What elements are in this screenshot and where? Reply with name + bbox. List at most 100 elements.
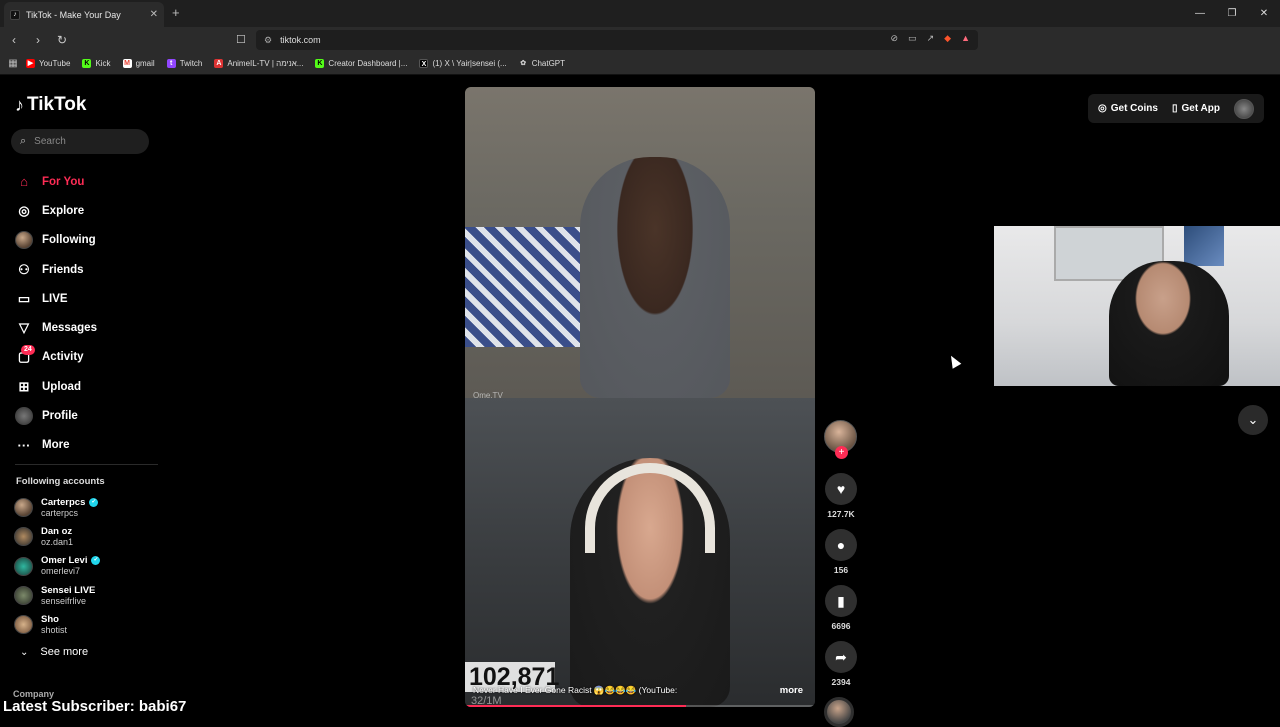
minimize-button[interactable]: — xyxy=(1184,0,1216,27)
person-image xyxy=(580,157,730,398)
video-caption: Never Have I Ever Gone Racist 😱😂😂😂 (YouT… xyxy=(473,685,678,695)
sidebar-item-explore[interactable]: ◎ Explore xyxy=(15,196,160,225)
friends-icon: ⚇ xyxy=(18,261,30,277)
kick-icon: K xyxy=(315,59,325,68)
sound-avatar[interactable] xyxy=(824,697,854,727)
comment-icon[interactable]: ● xyxy=(825,529,857,561)
brave-rewards-icon[interactable]: ▲ xyxy=(961,33,970,44)
brave-shield-icon[interactable]: ◆ xyxy=(944,33,951,44)
get-coins-button[interactable]: ◎ Get Coins xyxy=(1098,103,1158,114)
translate-icon[interactable]: ⊘ xyxy=(891,33,899,44)
chevron-down-icon: ⌄ xyxy=(20,646,29,658)
sidebar-item-following[interactable]: Following xyxy=(15,226,160,255)
browser-tab-strip: ♪ TikTok - Make Your Day ✕ + — ❐ ✕ xyxy=(0,0,1280,27)
search-input[interactable]: ⌕ Search xyxy=(11,129,149,154)
see-more-button[interactable]: ⌄ See more xyxy=(20,646,88,658)
sidebar-item-friends[interactable]: ⚇ Friends xyxy=(15,255,160,284)
creator-avatar[interactable]: + xyxy=(824,420,857,459)
following-accounts-title: Following accounts xyxy=(16,476,105,487)
following-account[interactable]: Sho shotist xyxy=(14,610,164,639)
address-bar[interactable]: ⚙ tiktok.com ⊘ ▭ ↗ ◆ ▲ xyxy=(256,30,978,50)
video-player[interactable]: Ome.TV 102,871 32/1M Never Have I Ever G… xyxy=(465,87,815,707)
x-icon: X xyxy=(419,59,429,68)
bookmark-kick[interactable]: K Kick xyxy=(82,59,111,68)
activity-badge: 24 xyxy=(21,344,35,355)
sidebar-item-live[interactable]: ▭ LIVE xyxy=(15,284,160,313)
following-account[interactable]: Dan oz oz.dan1 xyxy=(14,522,164,551)
save-action: ▮ 6696 xyxy=(824,585,858,631)
sidebar-item-activity[interactable]: ▢ 24 Activity xyxy=(15,343,160,372)
profile-avatar-icon xyxy=(15,407,33,426)
tiktok-icon: ♪ xyxy=(10,9,20,20)
tab-title: TikTok - Make Your Day xyxy=(26,9,121,20)
bookmark-youtube[interactable]: ▶ YouTube xyxy=(26,59,70,68)
apps-grid-icon[interactable]: ▦ xyxy=(0,58,26,69)
back-icon[interactable]: ‹ xyxy=(4,33,24,47)
share-icon[interactable]: ↗ xyxy=(927,33,935,44)
reload-icon[interactable]: ↻ xyxy=(52,33,72,47)
coin-icon: ◎ xyxy=(1098,103,1107,114)
bookmark-x[interactable]: X (1) X \ Yair|sensei (... xyxy=(419,59,507,68)
sidebar-item-more[interactable]: ··· More xyxy=(15,431,160,460)
video-actions: + ♥ 127.7K ● 156 ▮ 6696 ➦ 2394 xyxy=(824,420,858,727)
get-app-button[interactable]: ▯ Get App xyxy=(1172,103,1220,114)
follow-plus-icon[interactable]: + xyxy=(835,446,848,459)
sidebar-divider xyxy=(15,464,158,465)
site-info-icon[interactable]: ⚙ xyxy=(264,35,272,46)
comment-action: ● 156 xyxy=(824,529,858,575)
bookmark-gmail[interactable]: Mgmail xyxy=(122,59,155,68)
following-accounts-list: Carterpcs ✓ carterpcs Dan oz oz.dan1 Omer L… xyxy=(14,493,164,639)
browser-toolbar: ‹ › ↻ ☐ ⚙ tiktok.com ⊘ ▭ ↗ ◆ ▲ ● ✣ ▣ ♫ ▐… xyxy=(0,27,1280,68)
animeil-icon: A xyxy=(214,59,224,68)
sidebar-item-for-you[interactable]: ⌂ For You xyxy=(15,167,160,196)
mouse-cursor-icon xyxy=(946,353,962,369)
new-tab-button[interactable]: + xyxy=(172,5,180,20)
url-text: tiktok.com xyxy=(280,35,321,45)
close-tab-icon[interactable]: ✕ xyxy=(150,9,158,20)
following-account[interactable]: Sensei LIVE senseifrlive xyxy=(14,581,164,610)
upload-icon: ⊞ xyxy=(18,378,30,394)
bookmark-animeil[interactable]: A AnimeIL-TV | אנימה... xyxy=(214,59,303,68)
restore-button[interactable]: ❐ xyxy=(1216,0,1248,27)
heart-icon[interactable]: ♥ xyxy=(825,473,857,505)
comment-count: 156 xyxy=(833,565,849,575)
avatar xyxy=(14,586,33,606)
bookmark-twitch[interactable]: t Twitch xyxy=(166,59,202,68)
bookmarks-bar: ▦ ▶ YouTube K Kick Mgmail t Twitch A AnimeIL… xyxy=(0,53,1280,75)
sidebar-item-profile[interactable]: Profile xyxy=(15,401,160,430)
following-account[interactable]: Omer Levi ✓ omerlevi7 xyxy=(14,552,164,581)
compass-icon: ◎ xyxy=(18,202,30,218)
save-count: 6696 xyxy=(831,621,851,631)
bookmark-chatgpt[interactable]: ✿ ChatGPT xyxy=(519,59,565,68)
share-arrow-icon[interactable]: ➦ xyxy=(825,641,857,673)
sidebar-item-messages[interactable]: ▽ Messages xyxy=(15,313,160,342)
avatar xyxy=(15,407,33,426)
cast-icon[interactable]: ▭ xyxy=(908,33,917,44)
next-video-button[interactable]: ⌄ xyxy=(1238,405,1268,435)
following-account[interactable]: Carterpcs ✓ carterpcs xyxy=(14,493,164,522)
verified-icon: ✓ xyxy=(91,556,101,566)
latest-subscriber-overlay: Latest Subscriber: babi67 xyxy=(3,698,187,715)
avatar xyxy=(15,231,33,250)
bookmark-creator-dashboard[interactable]: K Creator Dashboard |... xyxy=(315,59,407,68)
close-window-button[interactable]: ✕ xyxy=(1248,0,1280,27)
video-top-camera xyxy=(465,87,815,398)
streamer-facecam xyxy=(994,226,1280,386)
video-progress-fill xyxy=(465,705,686,707)
forward-icon[interactable]: › xyxy=(28,33,48,47)
tiktok-logo[interactable]: ♪ TikTok xyxy=(15,94,86,116)
twitch-icon: t xyxy=(166,59,176,68)
avatar xyxy=(14,556,33,576)
bookmark-icon[interactable]: ▮ xyxy=(825,585,857,617)
browser-tab[interactable]: ♪ TikTok - Make Your Day ✕ xyxy=(4,2,164,27)
sidebar-item-upload[interactable]: ⊞ Upload xyxy=(15,372,160,401)
video-progress-bar[interactable] xyxy=(465,705,815,707)
tiktok-note-icon: ♪ xyxy=(15,94,24,115)
user-avatar[interactable] xyxy=(1234,98,1254,119)
bookmark-icon[interactable]: ☐ xyxy=(236,33,246,46)
window-controls: — ❐ ✕ xyxy=(1184,0,1280,27)
like-action: ♥ 127.7K xyxy=(824,473,858,519)
caption-more-button[interactable]: more xyxy=(780,685,803,696)
bed-image xyxy=(465,227,585,347)
sidebar-nav: ⌂ For You ◎ Explore Following ⚇ Friends ▭ LI… xyxy=(15,167,160,460)
